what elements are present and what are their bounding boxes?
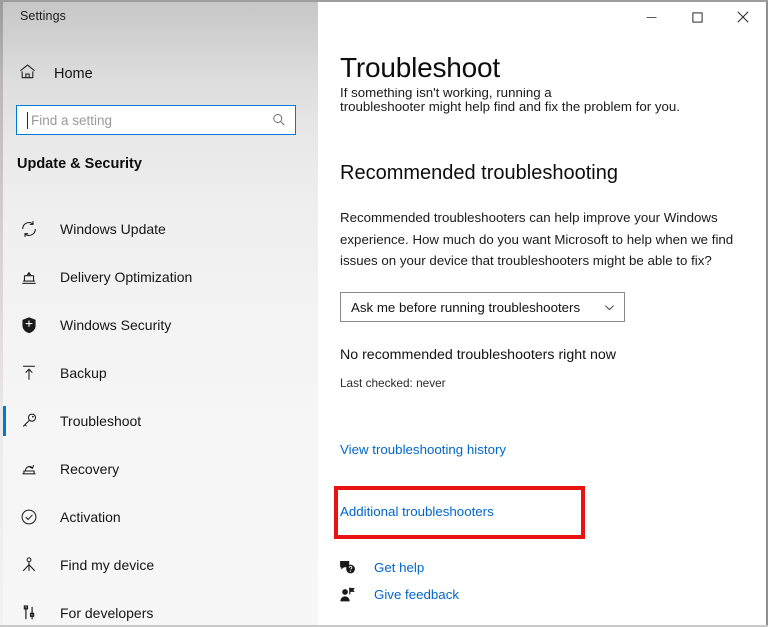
refresh-icon [18,218,40,240]
feedback-person-icon [336,584,358,606]
dropdown-selected-value: Ask me before running troubleshooters [351,299,581,315]
page-title: Troubleshoot [340,52,500,83]
sidebar-nav-list: Windows Update Delivery Optimization Win… [0,205,318,627]
sidebar-item-home-label: Home [54,66,93,82]
section-heading-recommended: Recommended troubleshooting [340,162,618,184]
sidebar-item-label: Windows Security [60,317,172,333]
status-last-checked: Last checked: never [340,376,446,390]
search-caret [27,112,28,129]
shield-icon [18,314,40,336]
sidebar-item-label: Backup [60,365,107,381]
minimize-icon [646,16,656,18]
search-icon[interactable] [271,112,287,133]
sidebar-item-troubleshoot[interactable]: Troubleshoot [0,397,318,445]
get-help-link[interactable]: Get help [336,554,636,581]
sidebar-item-recovery[interactable]: Recovery [0,445,318,493]
sidebar: Settings Home Find a setting Update & Se… [0,0,318,627]
sidebar-item-label: Recovery [60,461,120,477]
sidebar-item-label: Delivery Optimization [60,269,193,285]
window-controls [628,2,766,32]
intro-paragraph: troubleshooter might help find and fix t… [340,99,681,114]
minimize-button[interactable] [628,2,674,32]
locate-icon [18,554,40,576]
get-help-label: Get help [374,560,425,575]
sidebar-item-home[interactable]: Home [14,60,300,88]
sidebar-item-label: For developers [60,605,154,621]
upload-icon [18,362,40,384]
window-title: Settings [20,9,66,23]
sidebar-item-for-developers[interactable]: For developers [0,589,318,627]
sidebar-item-backup[interactable]: Backup [0,349,318,397]
view-troubleshooting-history-link[interactable]: View troubleshooting history [340,442,506,457]
wrench-key-icon [18,410,40,432]
window-top-border [0,0,768,2]
section-description: Recommended troubleshooters can help imp… [340,210,734,268]
sidebar-item-windows-update[interactable]: Windows Update [0,205,318,253]
maximize-button[interactable] [674,2,720,32]
sidebar-item-label: Windows Update [60,221,166,237]
settings-window: Settings Home Find a setting Update & Se… [0,0,768,627]
chevron-down-icon [603,301,616,314]
footer-links: Get help Give feedback [336,554,636,608]
tools-icon [18,602,40,624]
give-feedback-link[interactable]: Give feedback [336,581,636,608]
maximize-icon [691,11,703,23]
close-icon [737,11,749,23]
sidebar-item-label: Troubleshoot [60,413,142,429]
window-left-border [0,0,3,627]
recommended-troubleshooting-dropdown[interactable]: Ask me before running troubleshooters [340,292,625,322]
search-input[interactable]: Find a setting [16,105,296,135]
sidebar-item-label: Find my device [60,557,155,573]
sidebar-item-windows-security[interactable]: Windows Security [0,301,318,349]
check-circle-icon [18,506,40,528]
sidebar-category-title: Update & Security [17,156,142,172]
recovery-icon [18,458,40,480]
additional-troubleshooters-link[interactable]: Additional troubleshooters [340,504,494,519]
sidebar-item-label: Activation [60,509,121,525]
close-button[interactable] [720,2,766,32]
search-placeholder: Find a setting [31,113,113,128]
sidebar-item-find-my-device[interactable]: Find my device [0,541,318,589]
home-icon [18,62,37,86]
help-chat-icon [336,557,358,579]
sidebar-item-activation[interactable]: Activation [0,493,318,541]
give-feedback-label: Give feedback [374,587,460,602]
sidebar-item-delivery-optimization[interactable]: Delivery Optimization [0,253,318,301]
delivery-icon [18,266,40,288]
status-message: No recommended troubleshooters right now [340,347,617,363]
content-pane: If something isn't working, running a Tr… [318,2,766,625]
